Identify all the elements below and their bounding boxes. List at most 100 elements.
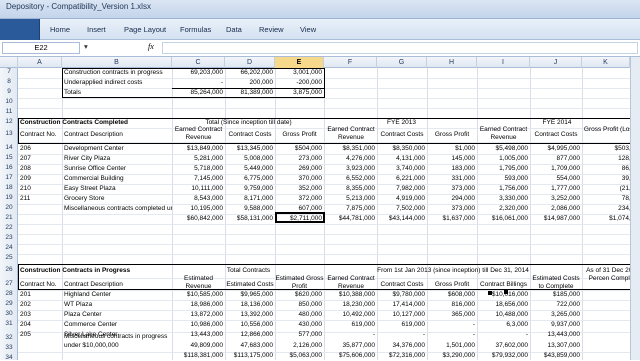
row-header[interactable]: 25	[0, 254, 18, 261]
name-box-dropdown-icon[interactable]: ▾	[84, 42, 88, 51]
amount-cell[interactable]: $9,965,000	[225, 290, 273, 300]
total-cell[interactable]: $44,781,000	[325, 214, 375, 224]
contract-desc-cell[interactable]: Sunrise Office Center	[64, 164, 172, 174]
amount-cell[interactable]: 2,086,000	[530, 204, 580, 214]
tab-insert[interactable]: Insert	[87, 25, 106, 34]
amount-cell[interactable]: 352,000	[275, 184, 323, 194]
amount-cell[interactable]: -	[477, 330, 528, 340]
cell-label[interactable]: Totals	[64, 88, 170, 98]
column-header-k[interactable]: K	[582, 57, 630, 68]
row-header[interactable]: 31	[0, 320, 18, 327]
amount-cell[interactable]: 4,919,000	[377, 194, 425, 204]
misc-desc-line2[interactable]: under $10,000,000	[64, 341, 172, 351]
total-cell[interactable]: $43,859,000	[530, 351, 580, 360]
amount-cell[interactable]: 722,000	[530, 300, 581, 310]
amount-cell[interactable]: 18,230,000	[325, 300, 375, 310]
amount-cell[interactable]: $9,780,000	[377, 290, 425, 300]
row-header[interactable]: 30	[0, 310, 18, 317]
insert-function-icon[interactable]: fx	[148, 42, 154, 51]
column-header-g[interactable]: G	[377, 57, 427, 68]
amount-cell[interactable]: 49,809,000	[172, 341, 223, 351]
amount-cell[interactable]: 9,588,000	[225, 204, 273, 214]
row-header[interactable]: 12	[0, 118, 18, 125]
total-cell[interactable]: $3,290,000	[427, 351, 475, 360]
amount-cell[interactable]: -	[377, 330, 425, 340]
contract-desc-cell[interactable]: Plaza Center	[64, 310, 172, 320]
worksheet-grid[interactable]: Construction contracts in progress 69,20…	[18, 68, 640, 360]
amount-cell[interactable]: 577,000	[275, 330, 323, 340]
amount-cell[interactable]: 5,718,000	[172, 164, 223, 174]
contract-no-cell[interactable]: 207	[20, 154, 62, 164]
vertical-scrollbar[interactable]	[630, 57, 640, 360]
amount-cell[interactable]: 7,875,000	[325, 204, 375, 214]
amount-cell[interactable]: 1,777,000	[530, 184, 580, 194]
amount-cell[interactable]: 9,759,000	[225, 184, 273, 194]
amount-cell[interactable]: 2,126,000	[275, 341, 322, 351]
contract-desc-cell[interactable]: Commercial Building	[64, 174, 172, 184]
amount-cell[interactable]: 13,872,000	[172, 310, 223, 320]
amount-cell[interactable]: 430,000	[275, 320, 323, 330]
amount-cell[interactable]: 365,000	[427, 310, 476, 320]
amount-cell[interactable]: 1,795,000	[477, 164, 528, 174]
amount-cell[interactable]: 373,000	[427, 204, 476, 214]
amount-cell[interactable]: 47,683,000	[225, 341, 273, 351]
amount-cell[interactable]: 6,3,000	[477, 320, 528, 330]
amount-cell[interactable]: 3,265,000	[530, 310, 580, 320]
cell-value[interactable]: 3,875,000	[275, 88, 322, 98]
cell-value[interactable]: 69,203,000	[172, 68, 223, 78]
amount-cell[interactable]: 13,443,000	[530, 330, 580, 340]
amount-cell[interactable]: 10,488,000	[477, 310, 528, 320]
column-header-a[interactable]: A	[18, 57, 62, 68]
row-header[interactable]: 21	[0, 214, 18, 221]
amount-cell[interactable]: 331,000	[427, 174, 476, 184]
row-header[interactable]: 33	[0, 344, 18, 351]
row-header[interactable]: 10	[0, 98, 18, 105]
contract-no-cell[interactable]: 204	[20, 320, 62, 330]
column-header-c[interactable]: C	[172, 57, 225, 68]
contract-desc-cell[interactable]: Highland Center	[64, 290, 172, 300]
row-header[interactable]: 32	[0, 334, 18, 341]
amount-cell[interactable]: 1,756,000	[477, 184, 528, 194]
formula-input[interactable]	[162, 42, 638, 54]
tab-formulas[interactable]: Formulas	[180, 25, 211, 34]
cell-label[interactable]: Construction contracts in progress	[64, 68, 170, 78]
cell-value[interactable]: 3,001,000	[275, 68, 322, 78]
amount-cell[interactable]: $10,016,000	[477, 290, 528, 300]
cell-value[interactable]: -	[172, 78, 223, 88]
name-box[interactable]: E22	[2, 42, 80, 54]
amount-cell[interactable]: 18,986,000	[172, 300, 223, 310]
row-header[interactable]: 27	[0, 280, 18, 287]
amount-cell[interactable]: 8,355,000	[325, 184, 375, 194]
amount-cell[interactable]: -	[427, 330, 475, 340]
row-header[interactable]: 18	[0, 184, 18, 191]
row-header[interactable]: 26	[0, 266, 18, 273]
contract-no-cell[interactable]: 209	[20, 174, 62, 184]
amount-cell[interactable]: 4,276,000	[325, 154, 375, 164]
total-cell[interactable]: $43,144,000	[377, 214, 425, 224]
amount-cell[interactable]: 816,000	[427, 300, 476, 310]
amount-cell[interactable]: $10,388,000	[325, 290, 375, 300]
file-tab[interactable]	[0, 19, 40, 40]
amount-cell[interactable]: 2,320,000	[477, 204, 528, 214]
amount-cell[interactable]: $1,000	[427, 144, 475, 154]
amount-cell[interactable]: 3,330,000	[477, 194, 528, 204]
cell-label[interactable]: Underapplied indirect costs	[64, 78, 170, 88]
contract-no-cell[interactable]: 205	[20, 330, 62, 340]
total-cell[interactable]: $113,175,000	[225, 351, 273, 360]
amount-cell[interactable]: 10,111,000	[172, 184, 223, 194]
amount-cell[interactable]: $8,350,000	[377, 144, 425, 154]
amount-cell[interactable]: 3,252,000	[530, 194, 580, 204]
amount-cell[interactable]: 5,449,000	[225, 164, 273, 174]
amount-cell[interactable]: 8,171,000	[225, 194, 273, 204]
tab-page-layout[interactable]: Page Layout	[124, 25, 166, 34]
row-header[interactable]: 11	[0, 108, 18, 115]
amount-cell[interactable]: 593,000	[477, 174, 529, 184]
row-header[interactable]: 13	[0, 130, 18, 137]
total-cell[interactable]: $5,063,000	[275, 351, 322, 360]
contract-no-cell[interactable]: 202	[20, 300, 62, 310]
amount-cell[interactable]: 13,392,000	[225, 310, 273, 320]
row-header[interactable]: 29	[0, 300, 18, 307]
cell-value[interactable]: -200,000	[275, 78, 322, 88]
amount-cell[interactable]: -	[325, 330, 375, 340]
tab-view[interactable]: View	[300, 25, 316, 34]
